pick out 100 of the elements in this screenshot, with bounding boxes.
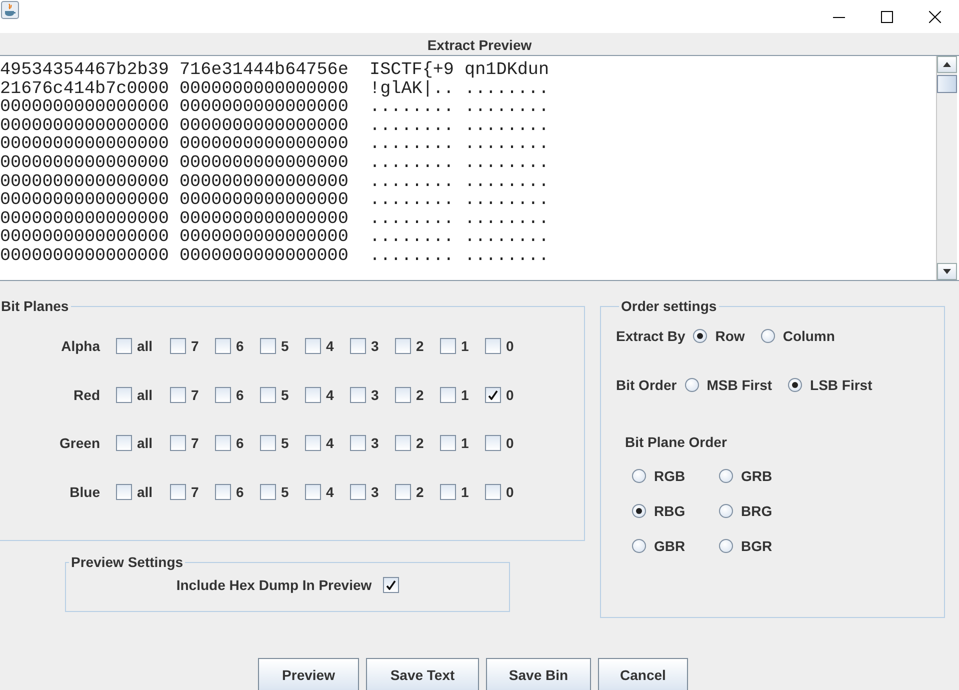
checkbox-label: 3 (371, 484, 379, 500)
checkbox[interactable] (440, 435, 456, 452)
checkbox[interactable] (305, 435, 321, 452)
checkbox-label: 1 (461, 484, 469, 500)
checkbox-label: 0 (506, 338, 514, 354)
radio-label: MSB First (706, 376, 772, 392)
checkbox[interactable] (215, 435, 231, 452)
action-button[interactable]: Preview (258, 658, 359, 690)
checkbox-label: 2 (416, 435, 424, 452)
checkbox[interactable] (170, 386, 186, 403)
checkbox-label: 7 (191, 484, 199, 500)
radio-button[interactable] (632, 539, 646, 553)
checkbox-label: all (137, 386, 153, 403)
channel-label: Alpha (60, 338, 100, 354)
checkbox-label: 4 (326, 386, 334, 403)
checkbox-label: 4 (326, 484, 334, 500)
action-button[interactable]: Cancel (598, 658, 688, 690)
radio-button[interactable] (719, 469, 733, 483)
checkbox[interactable] (350, 435, 366, 452)
scrollbar-thumb[interactable] (937, 75, 957, 93)
checkbox[interactable] (485, 338, 501, 354)
radio-button[interactable] (760, 328, 775, 342)
checkbox[interactable] (395, 386, 411, 403)
close-icon[interactable] (929, 10, 941, 22)
checkbox[interactable] (395, 338, 411, 354)
checkbox[interactable] (260, 484, 276, 500)
checkbox[interactable] (395, 435, 411, 452)
checkbox[interactable] (116, 484, 132, 500)
checkbox[interactable] (215, 386, 231, 403)
hex-dump-line: 49534354467b2b39 716e31444b64756e ISCTF{+9 qn1DKdun (0, 61, 550, 80)
hex-dump-line: 0000000000000000 0000000000000000 ........ ........ (0, 98, 550, 117)
checkbox[interactable] (440, 386, 456, 403)
checkbox[interactable] (260, 386, 276, 403)
checkbox[interactable] (215, 338, 231, 354)
checkbox-label: all (137, 435, 153, 452)
hex-dump-line: 0000000000000000 0000000000000000 ........ ........ (0, 172, 550, 192)
checkbox[interactable] (395, 484, 411, 500)
checkbox[interactable] (116, 435, 132, 452)
scroll-up-icon[interactable] (943, 62, 951, 67)
checkbox[interactable] (116, 386, 132, 403)
radio-label: RBG (654, 503, 686, 519)
maximize-icon[interactable] (881, 10, 893, 22)
checkbox[interactable] (305, 386, 321, 403)
checkbox-label: 7 (191, 338, 199, 354)
checkbox-label: 3 (371, 435, 379, 452)
checkbox[interactable] (305, 484, 321, 500)
radio-button[interactable] (719, 504, 733, 518)
hex-dump-line: 0000000000000000 0000000000000000 ........ ........ (0, 246, 550, 266)
radio-button[interactable] (719, 539, 733, 553)
checkbox-label: 3 (371, 386, 379, 403)
checkbox-label: 6 (236, 338, 244, 354)
checkbox-label: Include Hex Dump In Preview (176, 577, 372, 593)
checkbox[interactable] (170, 338, 186, 354)
action-button[interactable]: Save Text (366, 658, 479, 690)
channel-label: Green (58, 435, 100, 452)
radio-button[interactable] (788, 378, 802, 392)
radio-button[interactable] (632, 469, 646, 483)
checkbox[interactable] (350, 338, 366, 354)
checkbox[interactable] (485, 484, 501, 500)
checkbox-label: 5 (281, 386, 289, 403)
vertical-scrollbar[interactable] (936, 56, 957, 280)
checkbox-label: 7 (191, 386, 199, 403)
checkbox[interactable] (260, 338, 276, 354)
radio-button[interactable] (632, 504, 646, 518)
checkbox-label: all (137, 338, 153, 354)
checkbox-label: 3 (371, 338, 379, 354)
radio-button[interactable] (684, 378, 699, 392)
action-button[interactable]: Save Bin (486, 658, 591, 690)
radio-button[interactable] (693, 328, 708, 342)
checkbox[interactable] (170, 484, 186, 500)
radio-label: RGB (654, 468, 686, 484)
checkbox-label: 6 (236, 435, 244, 452)
checkbox-label: 2 (416, 484, 424, 500)
checkbox[interactable] (440, 484, 456, 500)
checkbox-label: 0 (506, 484, 514, 500)
checkbox[interactable] (350, 484, 366, 500)
panel-title: Order settings (620, 298, 718, 314)
panel-title: Preview Settings (70, 554, 184, 570)
scroll-down-icon[interactable] (943, 269, 951, 274)
channel-label: Blue (68, 484, 100, 500)
checkbox[interactable] (170, 435, 186, 452)
checkbox-label: 1 (461, 338, 469, 354)
checkbox[interactable] (440, 338, 456, 354)
checkbox-label: 5 (281, 484, 289, 500)
checkbox[interactable] (215, 484, 231, 500)
checkbox[interactable] (350, 386, 366, 403)
checkbox[interactable] (382, 577, 399, 593)
checkbox[interactable] (116, 338, 132, 354)
preview-text-area[interactable] (0, 55, 959, 281)
section-label: Bit Plane Order (625, 434, 728, 450)
checkbox-label: all (137, 484, 153, 500)
checkbox[interactable] (305, 338, 321, 354)
field-label: Extract By (616, 328, 686, 344)
radio-label: GBR (654, 538, 686, 554)
checkbox[interactable] (485, 435, 501, 452)
checkbox-label: 6 (236, 484, 244, 500)
checkbox[interactable] (485, 386, 501, 403)
field-label: Bit Order (616, 376, 677, 392)
checkbox[interactable] (260, 435, 276, 452)
checkbox-label: 0 (506, 435, 514, 452)
